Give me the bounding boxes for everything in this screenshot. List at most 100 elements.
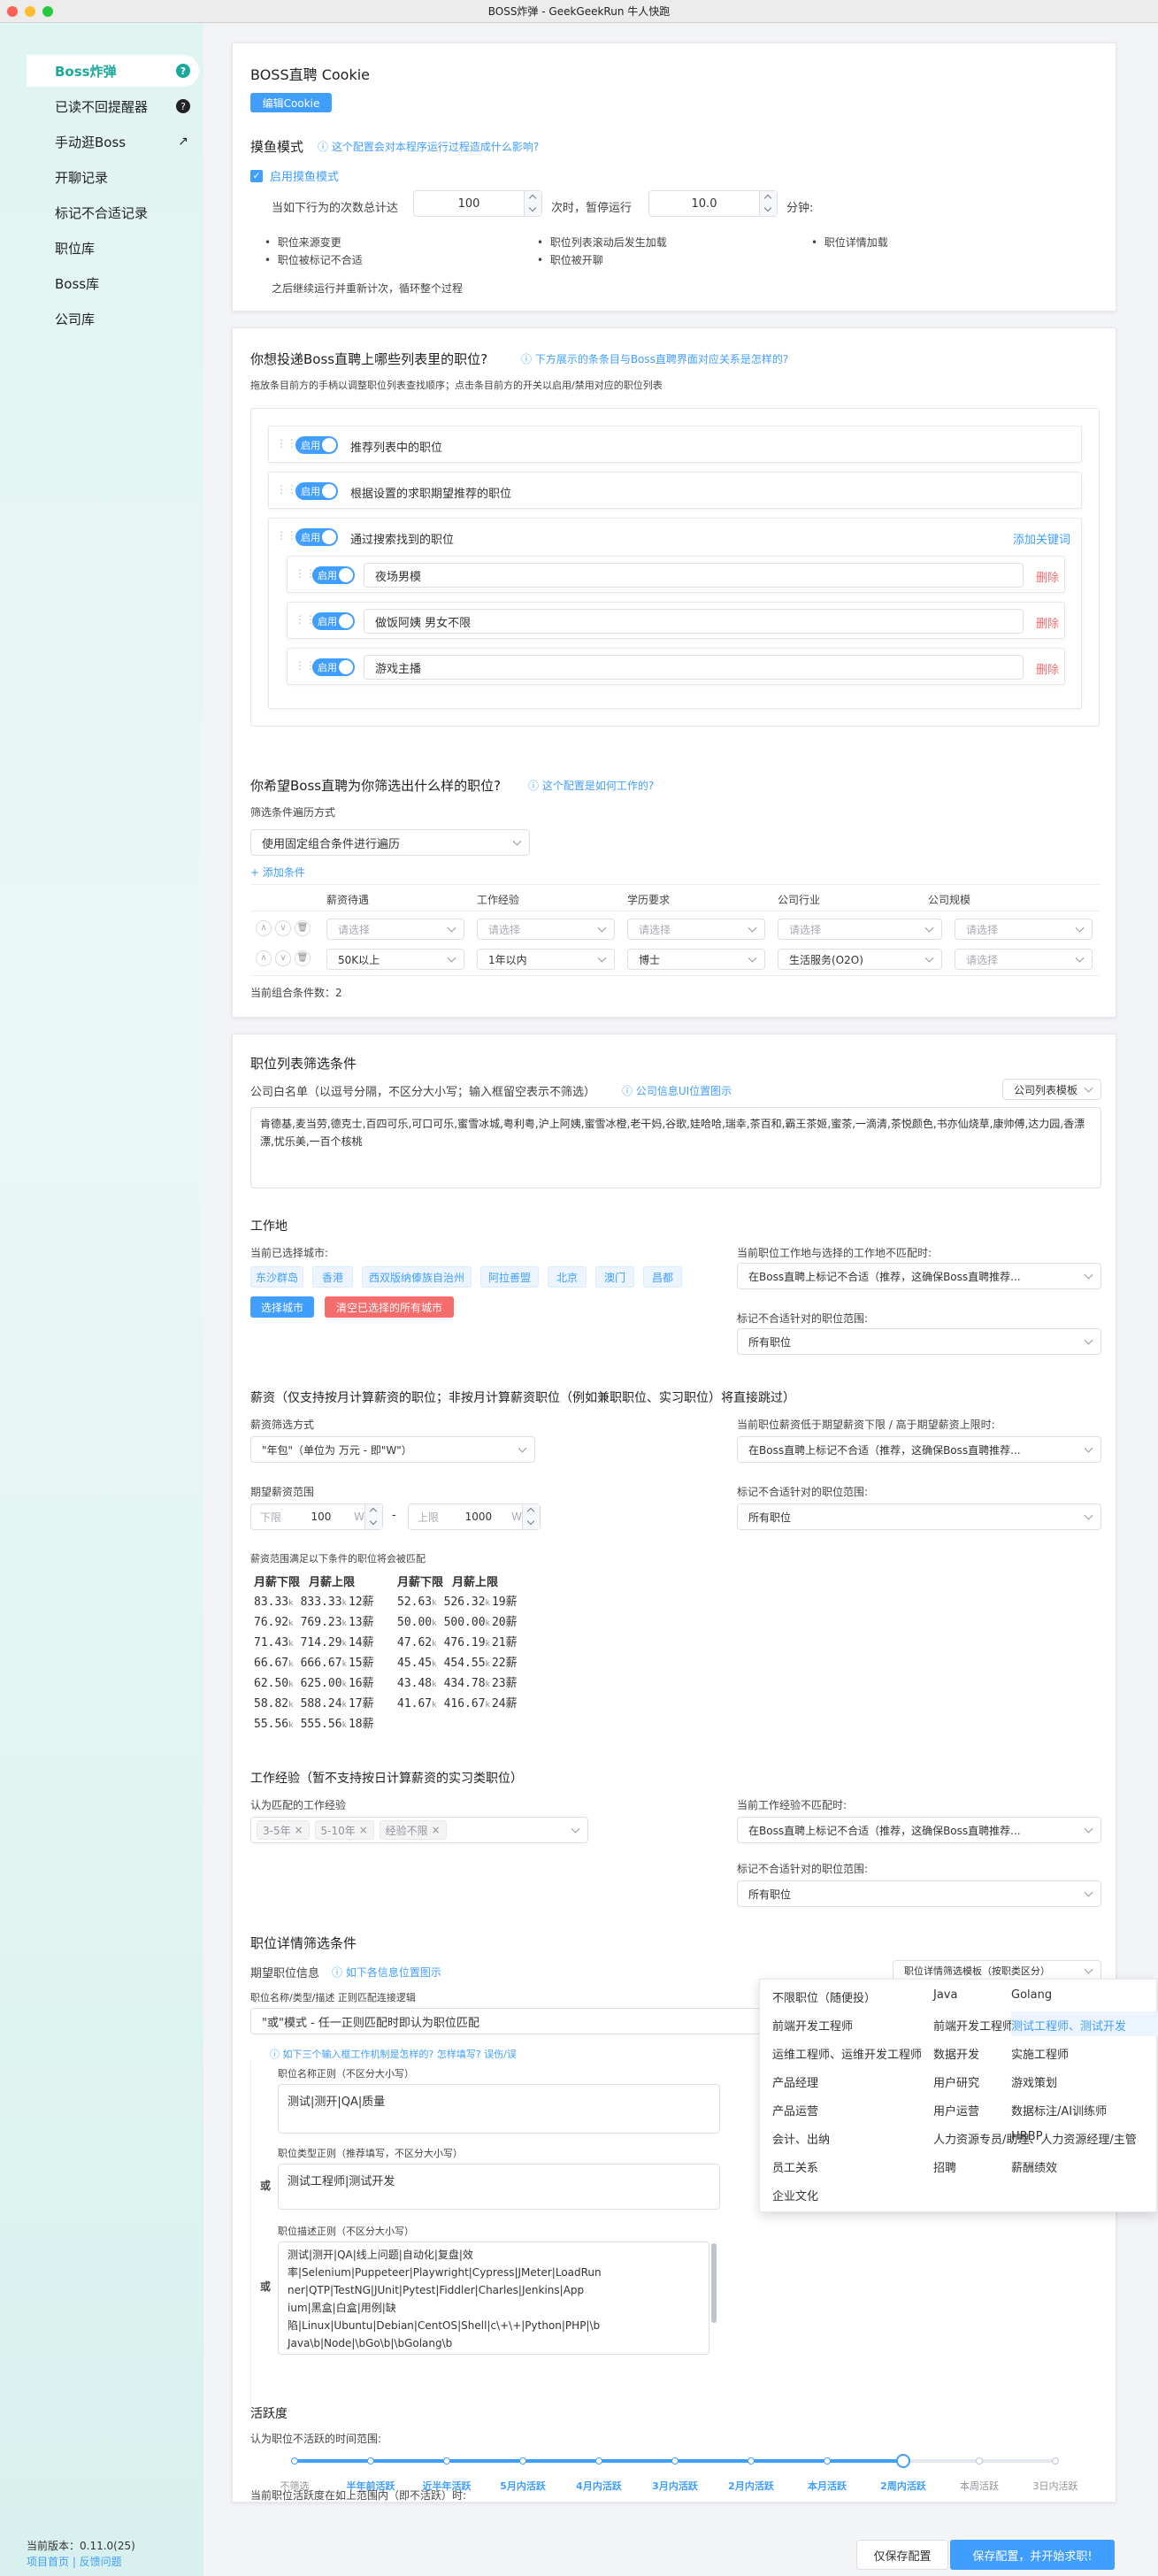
dropdown-option[interactable]: 产品运营 (772, 2102, 818, 2118)
fish-mode-checkbox[interactable]: ✓ 启用摸鱼模式 (250, 167, 339, 184)
experience-select[interactable]: 1年以内 (477, 949, 615, 970)
dropdown-option[interactable]: 前端开发工程师 (772, 2017, 853, 2034)
industry-select[interactable]: 生活服务(O2O) (778, 949, 942, 970)
salary-lower-input[interactable]: 下限 100 W (250, 1503, 383, 1530)
zoom-window-icon[interactable] (42, 6, 53, 17)
degree-select[interactable]: 请选择 (627, 919, 765, 940)
slider-mark-label[interactable]: 5月内活跃 (487, 2479, 558, 2493)
slider-mark-label[interactable]: 本月活跃 (792, 2479, 863, 2493)
toggle-switch[interactable]: 启用 (295, 482, 338, 500)
company-template-select[interactable]: 公司列表模板 (1002, 1079, 1101, 1100)
sidebar-item-job-library[interactable]: 职位库 (27, 232, 199, 264)
slider-stop[interactable] (595, 2457, 602, 2465)
salary-mismatch-select[interactable]: 在Boss直聘上标记不合适（推荐，这确保Boss直聘推荐... (737, 1436, 1101, 1463)
dropdown-option[interactable]: 员工关系 (772, 2158, 818, 2175)
stepper-arrows-icon[interactable] (522, 1504, 540, 1529)
experience-multiselect[interactable]: 3-5年 × 5-10年 × 经验不限 × (250, 1817, 588, 1843)
degree-select[interactable]: 博士 (627, 949, 765, 970)
experience-tag[interactable]: 经验不限 × (379, 1820, 447, 1840)
sidebar-item-manual-browse[interactable]: 手动逛Boss ↗ (27, 126, 199, 158)
dropdown-option[interactable]: 数据标注/AI训练师 (1011, 2102, 1107, 2118)
delete-keyword-link[interactable]: 删除 (1036, 568, 1059, 585)
drag-handle-icon[interactable]: ⋮⋮ (276, 437, 297, 450)
dropdown-option[interactable]: 不限职位（随便投） (772, 1988, 876, 2005)
name-regex-textarea[interactable]: 测试|测开|QA|质量 (278, 2084, 720, 2134)
city-tag[interactable]: 澳门 (595, 1266, 634, 1288)
edit-cookie-button[interactable]: 编辑Cookie (250, 93, 332, 112)
job-lists-hint-link[interactable]: ⓘ 下方展示的条条目与Boss直聘界面对应关系是怎样的? (521, 351, 788, 366)
move-down-icon[interactable]: ∨ (275, 920, 291, 936)
salary-upper-input[interactable]: 上限 1000 W (408, 1503, 541, 1530)
stepper-arrows-icon[interactable] (524, 191, 541, 216)
company-whitelist-textarea[interactable]: 肯德基,麦当劳,德克士,百四可乐,可口可乐,蜜雪冰城,粤利粤,沪上阿姨,蜜雪冰橙… (250, 1107, 1101, 1188)
dropdown-option[interactable]: 用户运营 (933, 2102, 979, 2118)
slider-mark-label[interactable]: 3月内活跃 (640, 2479, 710, 2493)
experience-mismatch-select[interactable]: 在Boss直聘上标记不合适（推荐，这确保Boss直聘推荐... (737, 1817, 1101, 1843)
project-links[interactable]: 项目首页 | 反馈问题 (27, 2554, 122, 2569)
toggle-switch[interactable]: 启用 (295, 528, 338, 546)
drag-handle-icon[interactable]: ⋮⋮ (276, 483, 297, 496)
close-window-icon[interactable] (7, 6, 18, 17)
salary-method-select[interactable]: "年包"（单位为 万元 - 即"W"） (250, 1436, 535, 1463)
toggle-switch[interactable]: 启用 (312, 612, 355, 630)
toggle-switch[interactable]: 启用 (312, 658, 355, 676)
slider-stop[interactable] (519, 2457, 526, 2465)
help-icon[interactable]: ? (176, 64, 190, 78)
type-regex-textarea[interactable]: 测试工程师|测试开发 (278, 2164, 720, 2210)
company-hint-link[interactable]: ⓘ 公司信息UI位置图示 (622, 1083, 732, 1098)
slider-mark-label[interactable]: 2月内活跃 (716, 2479, 786, 2493)
fish-mode-hint-link[interactable]: ⓘ 这个配置会对本程序运行过程造成什么影响? (318, 139, 539, 154)
dropdown-option[interactable]: 用户研究 (933, 2073, 979, 2090)
dropdown-option[interactable]: 游戏策划 (1011, 2073, 1057, 2090)
job-source-recommend[interactable]: ⋮⋮ 启用 推荐列表中的职位 (268, 426, 1082, 463)
sidebar-item-unsuitable-records[interactable]: 标记不合适记录 (27, 196, 199, 228)
slider-mark-label[interactable]: 2周内活跃 (868, 2479, 939, 2493)
regex-hint-link[interactable]: ⓘ 如下三个输入框工作机制是怎样的? 怎样填写? 误伤/误 (270, 2047, 517, 2061)
toggle-switch[interactable]: 启用 (312, 566, 355, 584)
slider-mark-label[interactable]: 4月内活跃 (564, 2479, 634, 2493)
slider-mark-label[interactable]: 3日内活跃 (1020, 2479, 1091, 2493)
dropdown-option[interactable]: 薪酬绩效 (1011, 2158, 1057, 2175)
move-up-icon[interactable]: ∧ (256, 920, 272, 936)
toggle-switch[interactable]: 启用 (295, 436, 338, 454)
filter-method-select[interactable]: 使用固定组合条件进行遍历 (250, 829, 530, 856)
job-source-expect[interactable]: ⋮⋮ 启用 根据设置的求职期望推荐的职位 (268, 472, 1082, 509)
dropdown-option-selected[interactable]: 测试工程师、测试开发 (1011, 2017, 1126, 2034)
trash-icon[interactable]: 🗑 (295, 950, 311, 966)
add-keyword-link[interactable]: 添加关键词 (1013, 530, 1070, 547)
textarea-scrollbar[interactable] (711, 2243, 717, 2323)
slider-stop[interactable] (671, 2457, 679, 2465)
slider-stop[interactable] (976, 2457, 983, 2465)
dropdown-option[interactable]: 招聘 (933, 2158, 956, 2175)
dropdown-option[interactable]: 运维工程师、运维开发工程师 (772, 2045, 922, 2062)
dropdown-option[interactable]: 产品经理 (772, 2073, 818, 2090)
stepper-arrows-icon[interactable] (364, 1504, 382, 1529)
close-icon[interactable]: × (294, 1824, 303, 1836)
salary-select[interactable]: 请选择 (326, 919, 464, 940)
dropdown-option[interactable]: Golang (1011, 1988, 1052, 2002)
slider-handle[interactable] (896, 2454, 910, 2468)
close-icon[interactable]: × (431, 1824, 440, 1836)
slider-mark-label[interactable]: 本周活跃 (944, 2479, 1015, 2493)
experience-scope-select[interactable]: 所有职位 (737, 1880, 1101, 1907)
drag-handle-icon[interactable]: ⋮⋮ (276, 529, 297, 542)
salary-select[interactable]: 50K以上 (326, 949, 464, 970)
fish-minutes-input[interactable]: 10.0 (648, 190, 778, 217)
job-source-search[interactable]: ⋮⋮ 启用 通过搜索找到的职位 添加关键词 ⋮⋮ 启用 夜场男模 删除 ⋮⋮ 启… (268, 518, 1082, 709)
dropdown-option[interactable]: HRBP (1011, 2130, 1043, 2143)
slider-stop[interactable] (367, 2457, 374, 2465)
add-condition-link[interactable]: + 添加条件 (250, 865, 305, 880)
select-city-button[interactable]: 选择城市 (250, 1296, 314, 1318)
city-tag[interactable]: 香港 (312, 1266, 353, 1288)
filter-hint-link[interactable]: ⓘ 这个配置是如何工作的? (528, 778, 654, 793)
minimize-window-icon[interactable] (25, 6, 35, 17)
sidebar-item-company-library[interactable]: 公司库 (27, 303, 199, 334)
slider-stop[interactable] (443, 2457, 450, 2465)
dropdown-option[interactable]: 会计、出纳 (772, 2130, 830, 2147)
slider-stop[interactable] (748, 2457, 755, 2465)
delete-keyword-link[interactable]: 删除 (1036, 614, 1059, 631)
city-tag[interactable]: 阿拉善盟 (480, 1266, 539, 1288)
slider-stop[interactable] (824, 2457, 831, 2465)
regex-logic-select[interactable]: "或"模式 - 任一正则匹配时即认为职位匹配 (250, 2008, 778, 2034)
sidebar-item-boss-bomb[interactable]: Boss炸弹? (27, 55, 199, 87)
